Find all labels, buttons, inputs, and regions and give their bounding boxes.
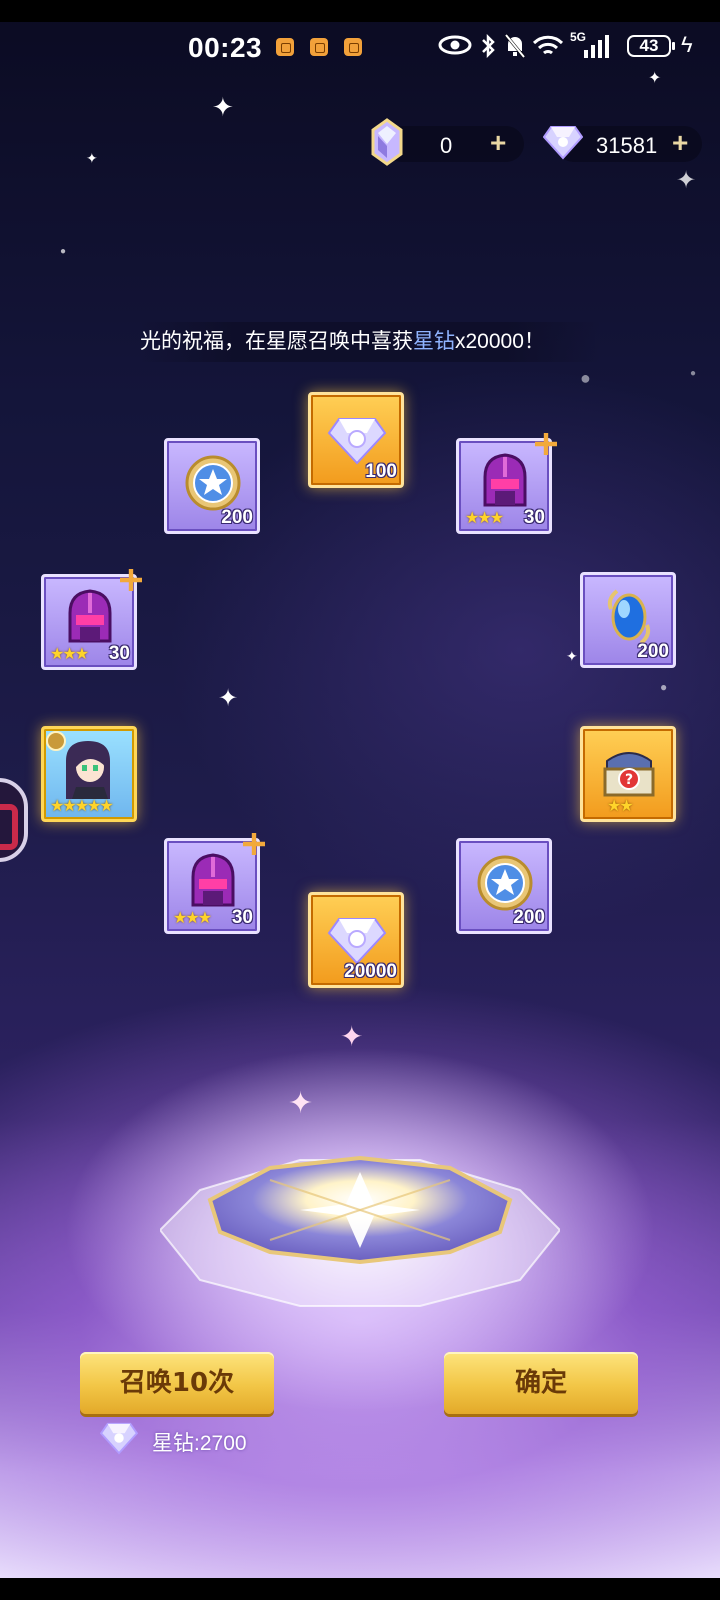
summon-10-button[interactable]: 召唤10次 xyxy=(80,1352,274,1414)
sparkle-icon: ● xyxy=(660,680,668,694)
notification-icon xyxy=(344,38,362,56)
summon-result-screen: ✦ ✦ ✦ ✦ ✦ ✦ ✦ ✦ ● ● ● ● 00:23 5G 43 ϟ 0 … xyxy=(0,0,720,1600)
sparkle-icon: ✦ xyxy=(676,167,697,194)
fragment-badge-icon xyxy=(243,833,265,855)
fragment-badge-icon xyxy=(535,433,557,455)
signal-icon xyxy=(584,35,609,58)
status-time: 00:23 xyxy=(188,32,263,63)
charging-icon: ϟ xyxy=(681,32,693,57)
sparkle-icon: ✦ xyxy=(86,150,98,166)
reward-item-diamond[interactable]: 100 xyxy=(308,392,404,488)
reward-quantity: 200 xyxy=(513,907,545,928)
announcement-marquee: 光的祝福，在星愿召唤中喜获星钻x20000！ xyxy=(140,322,600,362)
reward-item-mystery-chest[interactable]: ? ★★ xyxy=(580,726,676,822)
bottom-black-bar xyxy=(0,1578,720,1600)
reward-quantity: 30 xyxy=(108,643,130,664)
diamond-icon xyxy=(100,1422,138,1455)
sparkle-icon: ✦ xyxy=(340,1021,364,1052)
svg-text:?: ? xyxy=(625,772,633,788)
marquee-prefix: 光的祝福，在星愿召唤中喜获 xyxy=(140,330,413,353)
reward-item-helmet[interactable]: ★★★ 30 xyxy=(456,433,557,534)
star-rating: ★★★ xyxy=(173,910,212,927)
top-black-bar xyxy=(0,0,720,22)
reward-item-helmet[interactable]: ★★★ 30 xyxy=(41,569,142,670)
add-star-diamond-button[interactable]: + xyxy=(672,127,688,159)
reward-quantity: 200 xyxy=(221,507,253,528)
star-rating: ★★★★★ xyxy=(50,798,114,815)
crystal-currency: 0 + xyxy=(384,126,524,162)
star-diamond-value: 31581 xyxy=(596,133,658,158)
reward-quantity: 30 xyxy=(523,507,545,528)
diamond-icon xyxy=(543,126,583,160)
reward-item-helmet[interactable]: ★★★ 30 xyxy=(164,833,265,934)
side-menu-handle[interactable] xyxy=(0,778,28,862)
sparkle-icon: ● xyxy=(580,368,591,388)
diamond-icon xyxy=(327,418,387,465)
helmet-icon xyxy=(68,589,112,643)
reward-quantity: 20000 xyxy=(344,961,397,982)
bluetooth-icon xyxy=(482,34,495,58)
crystal-value: 0 xyxy=(440,133,453,158)
reward-item-medal[interactable]: 200 xyxy=(164,438,260,534)
summon-cost-label: 星钻:2700 xyxy=(152,1432,247,1455)
helmet-icon xyxy=(483,453,527,507)
sparkle-icon: ✦ xyxy=(566,648,578,664)
confirm-button[interactable]: 确定 xyxy=(444,1352,638,1414)
add-crystal-button[interactable]: + xyxy=(490,127,506,159)
sparkle-icon: ✦ xyxy=(212,92,234,122)
sapphire-icon xyxy=(607,589,651,645)
reward-quantity: 100 xyxy=(365,461,397,482)
sparkle-icon: ● xyxy=(690,368,697,379)
status-bar: 00:23 5G 43 ϟ xyxy=(0,26,720,66)
sparkle-icon: ✦ xyxy=(288,1087,314,1120)
star-rating: ★★★ xyxy=(50,646,89,663)
battery-indicator: 43 xyxy=(627,35,675,57)
star-rating: ★★ xyxy=(607,798,634,815)
hero-portrait-icon xyxy=(66,741,110,799)
reward-item-sapphire[interactable]: 200 xyxy=(580,572,676,668)
reward-quantity: 30 xyxy=(231,907,253,928)
sparkle-icon: ✦ xyxy=(218,685,239,712)
notification-icon xyxy=(276,38,294,56)
star-rating: ★★★ xyxy=(465,510,504,527)
fragment-badge-icon xyxy=(120,569,142,591)
marquee-suffix: x20000！ xyxy=(455,330,545,353)
mystery-chest-icon: ? xyxy=(603,752,655,797)
reward-item-medal[interactable]: 200 xyxy=(456,838,552,934)
helmet-icon xyxy=(191,853,235,907)
mute-bell-icon xyxy=(504,34,526,58)
sparkle-icon: ✦ xyxy=(648,70,662,87)
crystal-icon xyxy=(371,118,403,166)
summon-platform xyxy=(160,1155,560,1307)
sparkle-icon: ● xyxy=(60,246,67,257)
eye-icon xyxy=(438,35,472,55)
reward-item-hero[interactable]: ★★★★★ xyxy=(41,726,137,822)
reward-quantity: 200 xyxy=(637,641,669,662)
diamond-icon xyxy=(327,918,387,965)
notification-icon xyxy=(310,38,328,56)
medal-icon xyxy=(477,855,533,911)
marquee-highlight: 星钻 xyxy=(413,330,455,353)
wifi-icon xyxy=(532,35,564,55)
medal-icon xyxy=(185,455,241,511)
reward-item-diamond[interactable]: 20000 xyxy=(308,892,404,988)
